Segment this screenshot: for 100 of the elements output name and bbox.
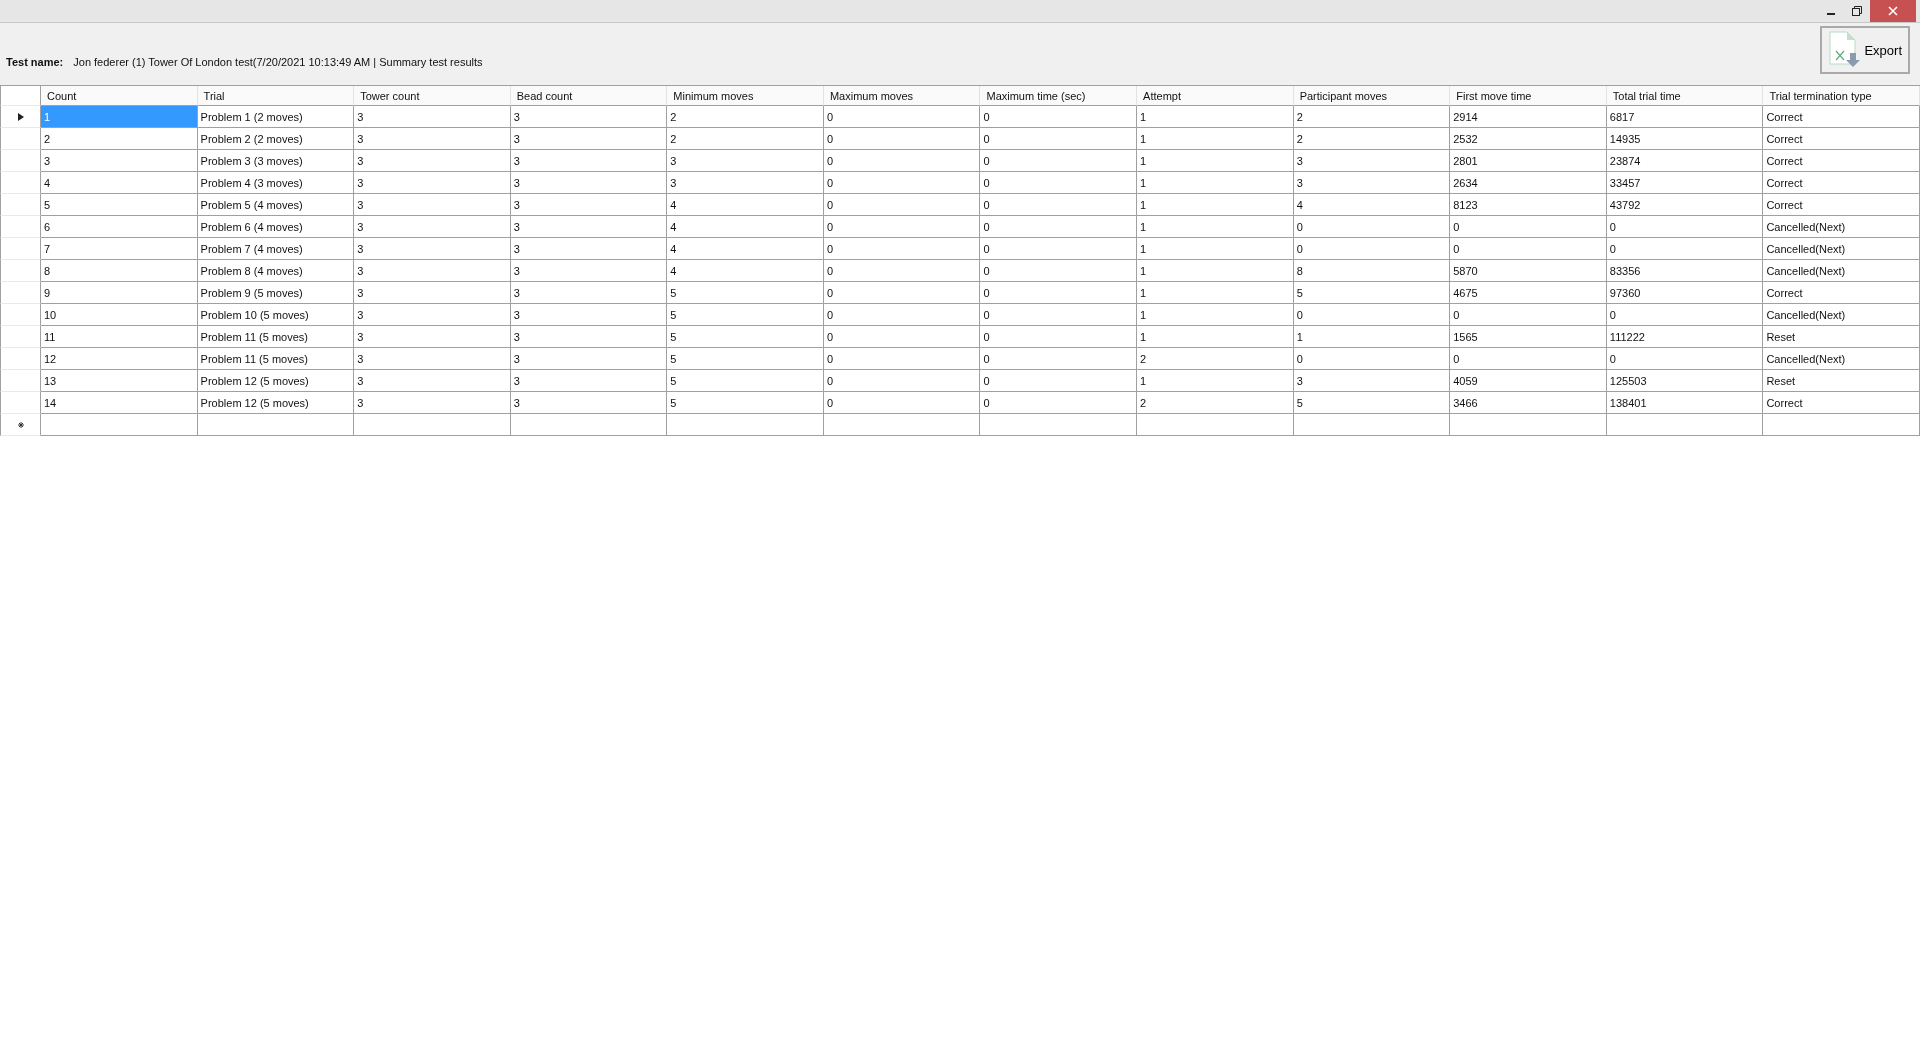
table-cell: Correct — [1763, 128, 1920, 150]
table-cell: 83356 — [1606, 260, 1764, 282]
table-cell: 3 — [354, 370, 511, 392]
table-cell: 2 — [41, 128, 198, 150]
table-cell: Cancelled(Next) — [1763, 348, 1920, 370]
empty-cell[interactable] — [1293, 414, 1451, 436]
table-cell: 0 — [1450, 238, 1607, 260]
table-cell: 10 — [41, 304, 198, 326]
table-cell: 1565 — [1450, 326, 1607, 348]
table-cell: 3 — [667, 150, 824, 172]
table-cell: 5 — [667, 282, 824, 304]
empty-cell[interactable] — [1606, 414, 1764, 436]
column-header[interactable]: First move time — [1450, 86, 1607, 106]
table-cell: 1 — [1137, 326, 1294, 348]
table-cell: Correct — [1763, 194, 1920, 216]
table-cell: 0 — [1450, 304, 1607, 326]
empty-cell[interactable] — [354, 414, 511, 436]
table-cell: 0 — [980, 128, 1138, 150]
table-cell: Correct — [1763, 282, 1920, 304]
table-cell: 2 — [667, 106, 824, 128]
close-icon — [1888, 6, 1898, 16]
table-cell: 0 — [980, 216, 1138, 238]
table-cell: 0 — [1450, 348, 1607, 370]
table-cell: Correct — [1763, 106, 1920, 128]
table-cell: 3 — [41, 150, 198, 172]
test-name-label: Test name: — [6, 56, 64, 68]
table-cell: 0 — [1606, 348, 1764, 370]
column-header[interactable]: Maximum time (sec) — [980, 86, 1138, 106]
column-header[interactable]: Minimum moves — [667, 86, 824, 106]
empty-cell[interactable] — [1450, 414, 1607, 436]
table-cell: 5870 — [1450, 260, 1607, 282]
table-cell: 1 — [1137, 128, 1294, 150]
table-cell: Problem 8 (4 moves) — [197, 260, 355, 282]
column-header[interactable]: Maximum moves — [823, 86, 981, 106]
table-cell: 3 — [354, 194, 511, 216]
table-cell: 4 — [1293, 194, 1451, 216]
table-cell: 1 — [1137, 150, 1294, 172]
table-cell: 0 — [1450, 216, 1607, 238]
table-cell: 1 — [1137, 194, 1294, 216]
table-cell: 1 — [1137, 370, 1294, 392]
table-cell: 6 — [41, 216, 198, 238]
empty-cell[interactable] — [823, 414, 981, 436]
table-cell: 3 — [354, 172, 511, 194]
table-cell: 9 — [41, 282, 198, 304]
column-header[interactable]: Tower count — [354, 86, 511, 106]
column-header[interactable]: Attempt — [1137, 86, 1294, 106]
table-cell: 125503 — [1606, 370, 1764, 392]
table-cell: 1 — [1137, 216, 1294, 238]
table-cell: 2801 — [1450, 150, 1607, 172]
column-header[interactable]: Trial termination type — [1763, 86, 1920, 106]
table-cell: 3 — [354, 128, 511, 150]
table-cell: 3 — [510, 238, 668, 260]
column-header[interactable]: Participant moves — [1293, 86, 1451, 106]
table-cell: Reset — [1763, 370, 1920, 392]
table-cell: 3 — [1293, 370, 1451, 392]
table-cell: 3 — [510, 370, 668, 392]
table-cell: 3 — [1293, 150, 1451, 172]
table-cell: Problem 10 (5 moves) — [197, 304, 355, 326]
table-cell: 3 — [510, 194, 668, 216]
column-header[interactable]: Total trial time — [1606, 86, 1764, 106]
table-cell: Problem 11 (5 moves) — [197, 326, 355, 348]
table-cell: 5 — [1293, 282, 1451, 304]
table-cell: 0 — [823, 128, 981, 150]
empty-cell[interactable] — [510, 414, 668, 436]
table-cell: 111222 — [1606, 326, 1764, 348]
empty-cell[interactable] — [197, 414, 355, 436]
table-cell: 0 — [823, 106, 981, 128]
table-cell: 4 — [667, 194, 824, 216]
table-cell: 2 — [1137, 348, 1294, 370]
table-cell: 11 — [41, 326, 198, 348]
table-cell: Cancelled(Next) — [1763, 304, 1920, 326]
column-header[interactable]: Bead count — [510, 86, 668, 106]
table-cell: 5 — [1293, 392, 1451, 414]
empty-cell[interactable] — [1137, 414, 1294, 436]
table-cell: 3 — [510, 348, 668, 370]
row-header[interactable] — [0, 106, 41, 128]
table-cell: 1 — [1137, 106, 1294, 128]
table-cell: 1 — [1137, 282, 1294, 304]
empty-cell[interactable] — [980, 414, 1138, 436]
table-cell: 4059 — [1450, 370, 1607, 392]
test-name-value: Jon federer (1) Tower Of London test(7/20/2021 10:13:49 AM | Summary test results — [73, 56, 483, 68]
table-cell: 0 — [823, 304, 981, 326]
column-header[interactable]: Trial — [197, 86, 355, 106]
table-cell: 0 — [1606, 304, 1764, 326]
table-cell: 5 — [667, 348, 824, 370]
table-cell: 5 — [41, 194, 198, 216]
current-row-icon — [17, 112, 24, 121]
restore-icon — [1852, 6, 1862, 16]
table-cell: 0 — [980, 260, 1138, 282]
table-cell: Problem 12 (5 moves) — [197, 392, 355, 414]
table-cell: 13 — [41, 370, 198, 392]
table-cell: 4 — [41, 172, 198, 194]
empty-cell[interactable] — [667, 414, 824, 436]
table-cell: 2634 — [1450, 172, 1607, 194]
table-cell: 0 — [1606, 216, 1764, 238]
table-cell: 0 — [980, 370, 1138, 392]
empty-cell[interactable] — [1763, 414, 1920, 436]
table-cell: 0 — [823, 370, 981, 392]
table-cell: 2532 — [1450, 128, 1607, 150]
export-button[interactable]: Export — [1820, 26, 1910, 74]
